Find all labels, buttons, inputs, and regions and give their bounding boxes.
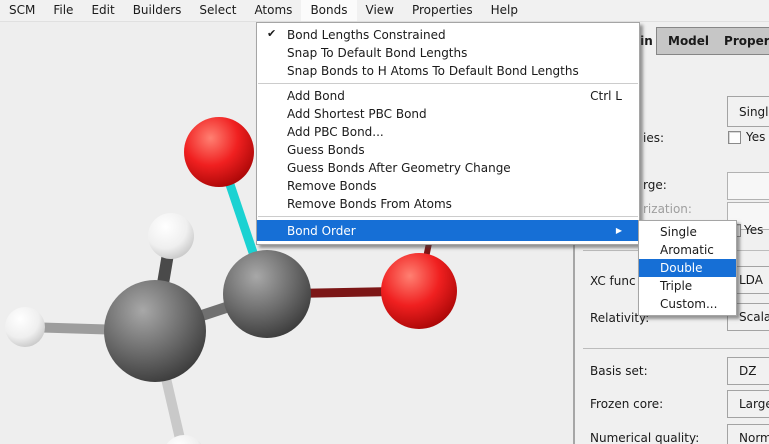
xc-functional-value: LDA — [739, 273, 763, 287]
task-value: Single — [739, 105, 769, 119]
bond-order-submenu: SingleAromaticDoubleTripleCustom... — [638, 220, 737, 316]
menu-item-snap-to-default-bond-lengths[interactable]: Snap To Default Bond Lengths — [257, 44, 639, 62]
submenu-item-custom[interactable]: Custom... — [639, 295, 736, 313]
hydrogen-left[interactable] — [5, 307, 45, 347]
menu-separator — [258, 83, 638, 84]
menubar-item-scm[interactable]: SCM — [0, 0, 44, 21]
carbon-carbonyl[interactable] — [223, 250, 311, 338]
menubar-item-atoms[interactable]: Atoms — [245, 0, 301, 21]
numerical-quality-dropdown[interactable]: Norm — [727, 424, 769, 444]
charge-label: rge: — [643, 178, 667, 192]
xc-functional-label: XC func — [590, 274, 636, 288]
relativity-value: Scala — [739, 310, 769, 324]
menu-item-label: Add PBC Bond... — [287, 125, 384, 139]
charge-input[interactable] — [727, 172, 769, 200]
submenu-item-triple[interactable]: Triple — [639, 277, 736, 295]
menu-separator — [258, 216, 638, 217]
menu-item-bond-lengths-constrained[interactable]: ✔ Bond Lengths Constrained — [257, 26, 639, 44]
menu-item-label: Add Bond — [287, 89, 345, 103]
frequencies-checkbox[interactable] — [728, 131, 741, 144]
menu-item-snap-bonds-to-h-atoms-to-default-bond-lengths[interactable]: Snap Bonds to H Atoms To Default Bond Le… — [257, 62, 639, 80]
menu-item-add-bond[interactable]: Add Bond Ctrl L — [257, 87, 639, 105]
menu-bar: SCMFileEditBuildersSelectAtomsBondsViewP… — [0, 0, 769, 22]
menu-shortcut: Ctrl L — [590, 89, 622, 103]
frequencies-checkbox-label: Yes — [746, 130, 765, 144]
menu-item-guess-bonds[interactable]: Guess Bonds — [257, 141, 639, 159]
menu-item-guess-bonds-after-geometry-change[interactable]: Guess Bonds After Geometry Change — [257, 159, 639, 177]
menubar-item-help[interactable]: Help — [482, 0, 527, 21]
tab-properties[interactable]: Propert — [724, 34, 769, 48]
menu-item-remove-bonds-from-atoms[interactable]: Remove Bonds From Atoms — [257, 195, 639, 213]
menubar-item-edit[interactable]: Edit — [82, 0, 123, 21]
unrestricted-checkbox-label: Yes — [744, 223, 763, 237]
menubar-item-view[interactable]: View — [357, 0, 403, 21]
menu-item-bond-order[interactable]: Bond Order ▶ — [257, 220, 639, 241]
application-window: ain Model Propert Single ies: Yes rge: r… — [0, 0, 769, 444]
submenu-arrow-icon: ▶ — [616, 226, 622, 235]
task-dropdown[interactable]: Single — [727, 96, 769, 127]
panel-separator — [583, 348, 769, 349]
tab-model[interactable]: Model — [668, 34, 709, 48]
frequencies-label: ies: — [643, 131, 664, 145]
submenu-item-aromatic[interactable]: Aromatic — [639, 241, 736, 259]
frozen-core-label: Frozen core: — [590, 397, 663, 411]
menu-item-label: Bond Lengths Constrained — [287, 28, 446, 42]
menu-item-add-pbc-bond[interactable]: Add PBC Bond... — [257, 123, 639, 141]
menubar-item-select[interactable]: Select — [190, 0, 245, 21]
frozen-core-value: Large — [739, 397, 769, 411]
menu-item-label: Guess Bonds — [287, 143, 365, 157]
menubar-item-file[interactable]: File — [44, 0, 82, 21]
numerical-quality-value: Norm — [739, 431, 769, 444]
basis-set-dropdown[interactable]: DZ — [727, 357, 769, 385]
menu-item-remove-bonds[interactable]: Remove Bonds — [257, 177, 639, 195]
tab-bar: Model Propert — [656, 27, 769, 55]
menu-item-label: Snap Bonds to H Atoms To Default Bond Le… — [287, 64, 579, 78]
submenu-item-double[interactable]: Double — [639, 259, 736, 277]
submenu-item-single[interactable]: Single — [639, 223, 736, 241]
basis-set-label: Basis set: — [590, 364, 648, 378]
oxygen-carbonyl[interactable] — [184, 117, 254, 187]
menu-item-label: Snap To Default Bond Lengths — [287, 46, 467, 60]
frozen-core-dropdown[interactable]: Large — [727, 390, 769, 418]
menu-item-label: Remove Bonds From Atoms — [287, 197, 452, 211]
carbon-methyl[interactable] — [104, 280, 206, 382]
numerical-quality-label: Numerical quality: — [590, 431, 699, 444]
menubar-item-builders[interactable]: Builders — [124, 0, 191, 21]
polarization-label: rization: — [643, 202, 692, 216]
menu-item-label: Add Shortest PBC Bond — [287, 107, 427, 121]
menubar-item-properties[interactable]: Properties — [403, 0, 482, 21]
menu-item-add-shortest-pbc-bond[interactable]: Add Shortest PBC Bond — [257, 105, 639, 123]
menu-item-label: Guess Bonds After Geometry Change — [287, 161, 511, 175]
bonds-menu-popup: ✔ Bond Lengths Constrained Snap To Default… — [256, 22, 640, 245]
menu-item-label: Remove Bonds — [287, 179, 377, 193]
hydrogen-top[interactable] — [148, 213, 194, 259]
basis-set-value: DZ — [739, 364, 756, 378]
menu-item-label: Bond Order — [287, 224, 356, 238]
menubar-item-bonds[interactable]: Bonds — [301, 0, 356, 21]
oxygen-hydroxyl[interactable] — [381, 253, 457, 329]
checkmark-icon: ✔ — [267, 27, 276, 40]
